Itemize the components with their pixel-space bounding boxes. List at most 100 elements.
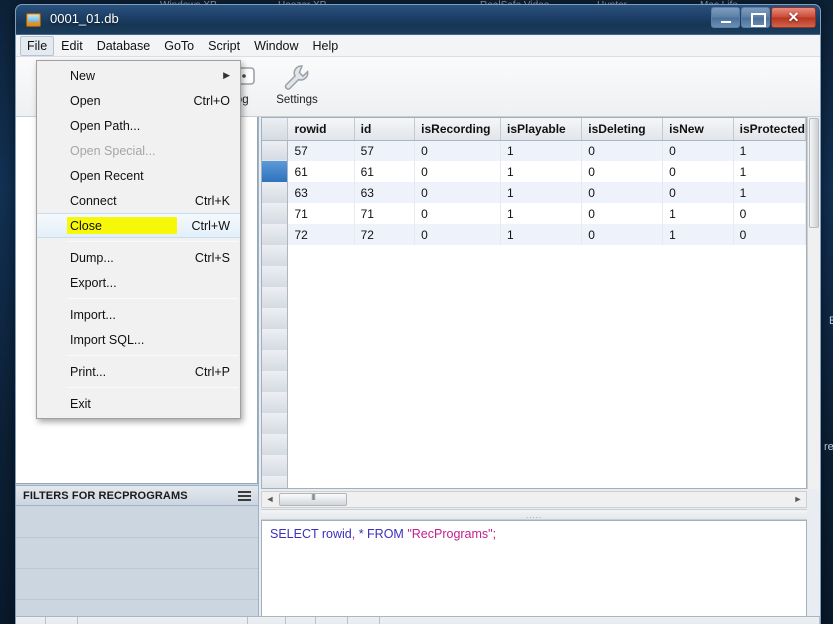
filters-header: FILTERS FOR RECPROGRAMS [16,485,258,506]
cell-isplayable[interactable]: 1 [501,161,582,182]
cell-id[interactable]: 61 [354,161,415,182]
menu-item-open-recent[interactable]: Open Recent [37,163,240,188]
menu-file[interactable]: File [20,36,54,56]
cell-isrecording[interactable]: 0 [415,224,501,245]
status-cell[interactable] [78,617,248,624]
status-cell[interactable] [248,617,286,624]
cell-isprotected[interactable]: 0 [733,224,805,245]
status-cell[interactable] [316,617,348,624]
cell-isnew[interactable]: 0 [663,161,734,182]
menu-item-import[interactable]: Import... [37,302,240,327]
hamburger-icon[interactable] [238,491,251,501]
cell-isprotected[interactable]: 1 [733,140,805,161]
menu-help[interactable]: Help [306,36,346,56]
row-selector[interactable] [262,224,288,245]
cell-isplayable[interactable]: 1 [501,182,582,203]
scroll-right-arrow[interactable]: ► [791,492,805,507]
cell-rowid[interactable]: 72 [288,224,354,245]
close-icon: ✕ [772,8,815,27]
menu-item-label: Import... [70,308,116,322]
menu-database[interactable]: Database [90,36,158,56]
maximize-button[interactable] [741,7,770,28]
menu-script[interactable]: Script [201,36,247,56]
status-cell[interactable] [16,617,46,624]
cell-isnew[interactable]: 1 [663,224,734,245]
menu-item-print[interactable]: Print... Ctrl+P [37,359,240,384]
cell-id[interactable]: 57 [354,140,415,161]
table-filler-row [262,455,806,476]
menu-item-export[interactable]: Export... [37,270,240,295]
menu-item-close[interactable]: Close Ctrl+W [37,213,240,238]
cell-rowid[interactable]: 71 [288,203,354,224]
table-row[interactable]: 71 71 0 1 0 1 0 [262,203,806,224]
table-row[interactable]: 63 63 0 1 0 0 1 [262,182,806,203]
cell-isprotected[interactable]: 0 [733,203,805,224]
cell-id[interactable]: 71 [354,203,415,224]
cell-isprotected[interactable]: 1 [733,161,805,182]
cell-isdeleting[interactable]: 0 [582,224,663,245]
pane-splitter[interactable]: ..... [261,509,807,520]
filter-row[interactable] [16,507,258,538]
menu-item-open-path[interactable]: Open Path... [37,113,240,138]
toolbar-button-settings[interactable]: Settings [268,60,326,106]
cell-isprotected[interactable]: 1 [733,182,805,203]
menu-item-import-sql[interactable]: Import SQL... [37,327,240,352]
cell-isrecording[interactable]: 0 [415,203,501,224]
status-cell[interactable] [46,617,78,624]
row-selector[interactable] [262,161,288,182]
menu-item-connect[interactable]: Connect Ctrl+K [37,188,240,213]
menu-edit[interactable]: Edit [54,36,90,56]
menu-item-new[interactable]: New ▶ [37,63,240,88]
cell-isdeleting[interactable]: 0 [582,140,663,161]
menu-item-exit[interactable]: Exit [37,391,240,416]
cell-id[interactable]: 63 [354,182,415,203]
row-selector[interactable] [262,182,288,203]
column-header-isplayable[interactable]: isPlayable [501,118,582,140]
scroll-thumb[interactable] [809,118,819,228]
cell-rowid[interactable]: 57 [288,140,354,161]
close-button[interactable]: ✕ [771,7,816,28]
grid-vertical-scrollbar[interactable] [807,117,820,489]
cell-isplayable[interactable]: 1 [501,224,582,245]
cell-isplayable[interactable]: 1 [501,140,582,161]
column-header-rowid[interactable]: rowid [288,118,354,140]
grid-horizontal-scrollbar[interactable]: ◄ ► [261,491,807,508]
column-header-id[interactable]: id [354,118,415,140]
menu-goto[interactable]: GoTo [157,36,201,56]
row-selector[interactable] [262,140,288,161]
menu-item-dump[interactable]: Dump... Ctrl+S [37,245,240,270]
cell-isnew[interactable]: 0 [663,182,734,203]
cell-isrecording[interactable]: 0 [415,140,501,161]
minimize-button[interactable] [711,7,740,28]
cell-isnew[interactable]: 1 [663,203,734,224]
scroll-thumb[interactable] [279,493,347,506]
filter-row[interactable] [16,538,258,569]
cell-isplayable[interactable]: 1 [501,203,582,224]
filter-row[interactable] [16,569,258,600]
status-cell[interactable] [286,617,316,624]
cell-rowid[interactable]: 61 [288,161,354,182]
table-row[interactable]: 57 57 0 1 0 0 1 [262,140,806,161]
cell-isdeleting[interactable]: 0 [582,161,663,182]
status-cell[interactable] [380,617,820,624]
cell-isdeleting[interactable]: 0 [582,203,663,224]
cell-isdeleting[interactable]: 0 [582,182,663,203]
table-row[interactable]: 61 61 0 1 0 0 1 [262,161,806,182]
cell-isnew[interactable]: 0 [663,140,734,161]
menu-window[interactable]: Window [247,36,305,56]
status-cell[interactable] [348,617,380,624]
menu-item-open[interactable]: Open Ctrl+O [37,88,240,113]
cell-id[interactable]: 72 [354,224,415,245]
sql-editor[interactable]: SELECT rowid, * FROM "RecPrograms"; [261,520,807,617]
cell-isrecording[interactable]: 0 [415,161,501,182]
scroll-left-arrow[interactable]: ◄ [263,492,277,507]
row-selector[interactable] [262,203,288,224]
column-header-isdeleting[interactable]: isDeleting [582,118,663,140]
cell-rowid[interactable]: 63 [288,182,354,203]
table-row[interactable]: 72 72 0 1 0 1 0 [262,224,806,245]
column-header-isrecording[interactable]: isRecording [415,118,501,140]
cell-isrecording[interactable]: 0 [415,182,501,203]
table-filler-row [262,287,806,308]
column-header-isprotected[interactable]: isProtected [733,118,805,140]
column-header-isnew[interactable]: isNew [663,118,734,140]
